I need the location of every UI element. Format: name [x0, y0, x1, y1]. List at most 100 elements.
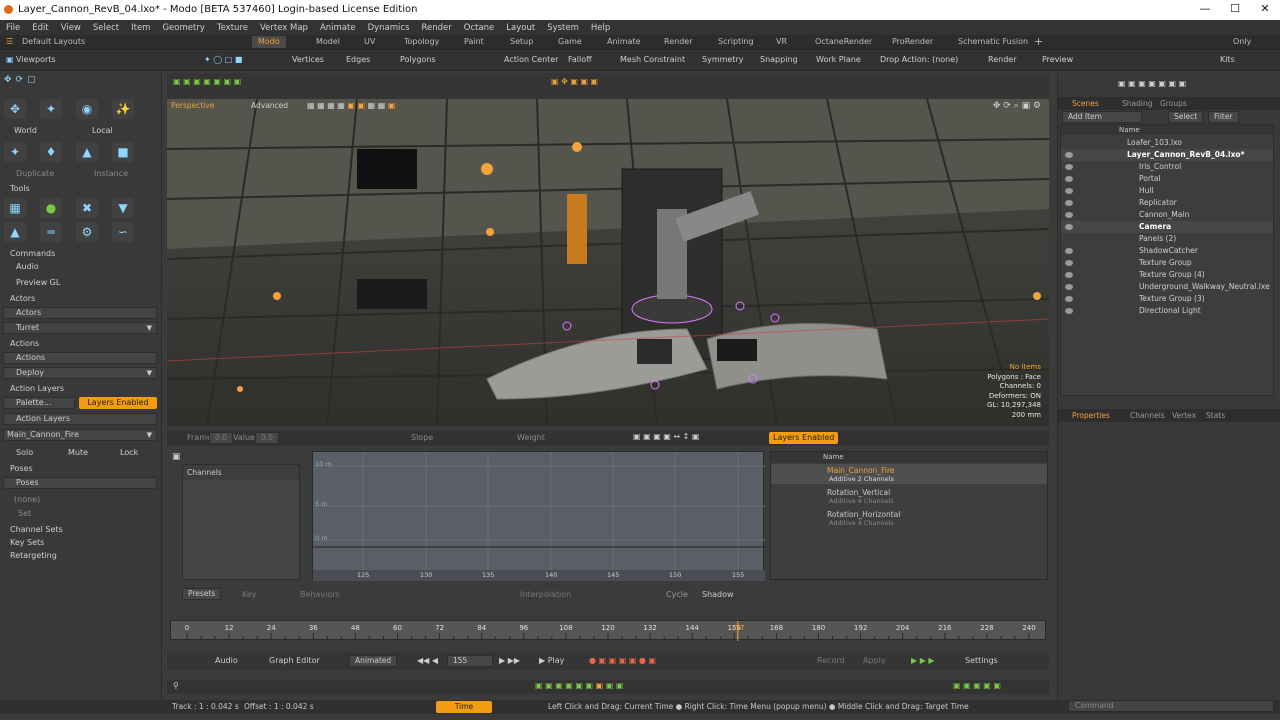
scene-item-row[interactable]: Panels (2)	[1061, 233, 1273, 245]
rotate-icon[interactable]: ⟳	[16, 75, 24, 85]
poses-field[interactable]: Poses	[3, 477, 157, 489]
render-button[interactable]: Render	[988, 55, 1016, 64]
3d-viewport[interactable]: Perspective Advanced ▦ ▦ ▦ ▦ ▣ ▣ ▦ ▦ ▣ ✥…	[167, 99, 1049, 426]
tab-topology[interactable]: Topology	[404, 37, 439, 46]
layer-row-2[interactable]: Rotation_Vertical Additive 4 Channels	[771, 486, 1047, 506]
view-mode-icons[interactable]: ▣ ✥ ▣ ▣ ▣	[551, 77, 598, 86]
close-button[interactable]: ✕	[1250, 2, 1280, 18]
tab-vertex[interactable]: Vertex	[1172, 411, 1196, 420]
scene-item-row[interactable]: Texture Group (4)	[1061, 269, 1273, 281]
add-tab-icon[interactable]: +	[1034, 35, 1043, 48]
perspective-dropdown[interactable]: Perspective	[171, 101, 214, 110]
presets-dropdown[interactable]: Presets	[182, 588, 222, 600]
visibility-eye-icon[interactable]	[1065, 164, 1073, 170]
value-field[interactable]: 0.0	[255, 432, 279, 444]
visibility-eye-icon[interactable]	[1065, 248, 1073, 254]
layer-row-3[interactable]: Rotation_Horizontal Additive 4 Channels	[771, 508, 1047, 528]
visibility-eye-icon[interactable]	[1065, 260, 1073, 266]
symmetry-button[interactable]: Symmetry	[702, 55, 743, 64]
actions-field[interactable]: Actions	[3, 352, 157, 364]
scene-item-row[interactable]: Portal	[1061, 173, 1273, 185]
action-layers-header[interactable]: Action Layers	[10, 384, 64, 393]
viewport-options-icons[interactable]: ▦ ▦ ▦ ▦ ▣ ▣ ▦ ▦ ▣	[307, 101, 395, 110]
tab-properties[interactable]: Properties	[1072, 411, 1110, 420]
deploy-dropdown[interactable]: Deploy ▼	[3, 367, 157, 379]
viewports-button[interactable]: Viewports	[16, 55, 56, 64]
menu-dynamics[interactable]: Dynamics	[368, 23, 410, 33]
layouts-menu-icon[interactable]: ☰	[6, 37, 13, 46]
channel-sets-header[interactable]: Channel Sets	[10, 525, 63, 534]
select-tools-icon[interactable]: ✦ ◯ □ ■	[204, 55, 242, 64]
duplicate-button[interactable]: Duplicate	[16, 169, 54, 178]
action-layers-field[interactable]: Action Layers	[3, 413, 157, 425]
skeleton-icon[interactable]: ⚙	[76, 222, 98, 242]
audio-header[interactable]: Audio	[16, 262, 39, 271]
none-pose[interactable]: (none)	[14, 495, 40, 504]
lattice-icon[interactable]: ▦	[4, 198, 26, 218]
visibility-eye-icon[interactable]	[1065, 152, 1073, 158]
scene-item-row[interactable]: Replicator	[1061, 197, 1273, 209]
bottom-right-icons[interactable]: ▣ ▣ ▣ ▣ ▣	[953, 681, 1001, 690]
layer-row-1[interactable]: Main_Cannon_Fire Additive 2 Channels	[771, 464, 1047, 484]
menu-view[interactable]: View	[61, 23, 81, 33]
pivot-icon[interactable]: ♦	[40, 142, 62, 162]
scene-item-row[interactable]: Iris_Control	[1061, 161, 1273, 173]
drop-action-dropdown[interactable]: Drop Action: (none)	[880, 55, 958, 64]
time-button[interactable]: Time	[436, 701, 492, 713]
scale-icon[interactable]: ▢	[27, 75, 36, 85]
actions-header[interactable]: Actions	[10, 339, 39, 348]
settings-button[interactable]: Settings	[965, 656, 998, 665]
edges-button[interactable]: Edges	[346, 55, 370, 64]
turret-dropdown[interactable]: Turret ▼	[3, 322, 157, 334]
next-key-icon[interactable]: ▶ ▶▶	[499, 656, 520, 665]
shadow-toggle[interactable]: Shadow	[702, 590, 734, 599]
only-toggle[interactable]: Only	[1233, 37, 1251, 46]
tab-scripting[interactable]: Scripting	[718, 37, 754, 46]
visibility-eye-icon[interactable]	[1065, 176, 1073, 182]
rotate-tool-icon[interactable]: ◉	[76, 99, 98, 119]
scene-tool-icons[interactable]: ▣ ▣ ▣ ▣ ▣ ▣ ▣	[1118, 79, 1186, 88]
prev-key-icon[interactable]: ◀◀ ◀	[417, 656, 438, 665]
actors-field[interactable]: Actors	[3, 307, 157, 319]
element-move-icon[interactable]: ✦	[4, 142, 26, 162]
record-icons[interactable]: ● ▣ ▣ ▣ ▣ ● ▣	[589, 656, 656, 665]
key-sets-header[interactable]: Key Sets	[10, 538, 44, 547]
menu-vertex-map[interactable]: Vertex Map	[260, 23, 308, 33]
apply-button[interactable]: Apply	[863, 656, 886, 665]
channel-filter-icons[interactable]: ▣	[172, 452, 181, 462]
set-pose-button[interactable]: Set	[18, 509, 31, 518]
falloff-button[interactable]: Falloff	[568, 55, 592, 64]
visibility-eye-icon[interactable]	[1065, 284, 1073, 290]
tools-header[interactable]: Tools	[10, 184, 30, 193]
tab-groups[interactable]: Groups	[1160, 99, 1187, 108]
graph-editor[interactable]: 10 m 5 m 0 m 125 130 135 140 145 150 155	[312, 451, 765, 581]
visibility-eye-icon[interactable]	[1065, 308, 1073, 314]
menu-file[interactable]: File	[6, 23, 20, 33]
shading-dropdown[interactable]: Advanced	[251, 101, 288, 110]
viewport-nav-icons[interactable]: ✥ ⟳ ⌕ ▣ ⚙	[993, 101, 1041, 111]
command-input[interactable]: Command	[1068, 700, 1274, 712]
viewport-icons[interactable]: ▣ ▣ ▣ ▣ ▣ ▣ ▣	[173, 77, 241, 86]
tab-vr[interactable]: VR	[776, 37, 787, 46]
preview-gl-item[interactable]: Preview GL	[16, 278, 60, 287]
world-toggle[interactable]: World	[14, 126, 37, 135]
behaviors-dropdown[interactable]: Behaviors	[300, 590, 340, 599]
tab-model[interactable]: Model	[316, 37, 340, 46]
mute-button[interactable]: Mute	[68, 448, 88, 457]
tab-prorender[interactable]: ProRender	[892, 37, 933, 46]
visibility-eye-icon[interactable]	[1065, 200, 1073, 206]
tab-scenes[interactable]: Scenes	[1072, 99, 1099, 108]
menu-system[interactable]: System	[547, 23, 579, 33]
move-tool-icon[interactable]: ✦	[40, 99, 62, 119]
sphere-green-icon[interactable]: ●	[40, 198, 62, 218]
interpolation-dropdown[interactable]: Interpolation	[520, 590, 571, 599]
menu-item[interactable]: Item	[131, 23, 150, 33]
scene-item-row[interactable]: Texture Group (3)	[1061, 293, 1273, 305]
layers-enabled-button[interactable]: Layers Enabled	[79, 397, 157, 409]
select-button[interactable]: Select	[1168, 111, 1204, 123]
timeline-ruler[interactable]: 0 12 24 36 48 60 72 84 96 108 120 132 144 156 168 180 19…	[170, 620, 1046, 641]
scene-item-row[interactable]: Directional Light	[1061, 305, 1273, 317]
lock-button[interactable]: Lock	[120, 448, 138, 457]
tab-render[interactable]: Render	[664, 37, 692, 46]
tab-stats[interactable]: Stats	[1206, 411, 1225, 420]
